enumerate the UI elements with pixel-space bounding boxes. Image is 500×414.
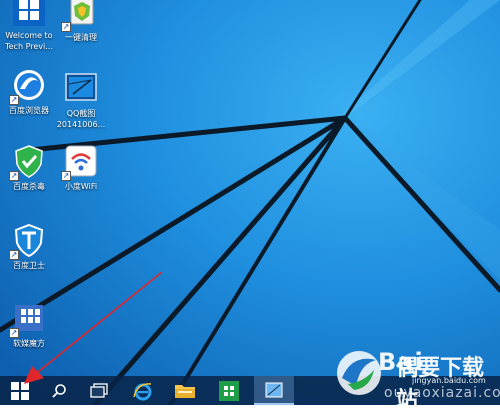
desktop-icon-xiaodu-wifi[interactable]: ↗ 小度WiFi xyxy=(50,143,112,192)
desktop-icon-label: 软媒魔方 xyxy=(13,339,45,348)
windows-logo-icon xyxy=(11,381,29,400)
folder-icon xyxy=(175,384,195,398)
watermark-logo-icon xyxy=(337,351,381,395)
file-explorer-button[interactable] xyxy=(166,376,204,405)
shortcut-arrow-icon: ↗ xyxy=(61,171,71,181)
shortcut-arrow-icon: ↗ xyxy=(61,22,71,32)
shield-icon: ↗ xyxy=(9,222,47,260)
desktop-icon-label: 小度WiFi xyxy=(64,182,98,191)
shortcut-arrow-icon: ↗ xyxy=(9,250,19,260)
task-view-icon xyxy=(90,382,108,398)
search-button[interactable] xyxy=(40,376,78,405)
search-icon xyxy=(52,383,66,398)
shortcut-arrow-icon: ↗ xyxy=(9,328,19,338)
watermark-baidu-url: jingyan.baidu.com xyxy=(412,376,486,385)
windows-logo-icon xyxy=(11,0,47,28)
desktop-icon-label: QQ截图 20141006... xyxy=(56,109,106,129)
screenshot-app-icon xyxy=(265,382,283,397)
desktop: Welcome to Tech Previ... ↗ 一键清理 ↗ 百度浏览器 … xyxy=(0,0,500,405)
watermark-url: ouyaoxiazai.com xyxy=(384,385,500,401)
shortcut-arrow-icon: ↗ xyxy=(9,95,19,105)
desktop-icon-label: 一键清理 xyxy=(65,33,97,42)
image-file-icon xyxy=(63,70,99,106)
store-button[interactable] xyxy=(210,376,248,405)
baidu-browser-icon: ↗ xyxy=(9,67,47,105)
desktop-icon-ruanmei-mofang[interactable]: ↗ 软媒魔方 xyxy=(0,300,60,349)
cleanup-shield-icon: ↗ xyxy=(61,0,99,32)
desktop-icon-label: 百度卫士 xyxy=(13,261,45,270)
internet-explorer-icon xyxy=(133,382,152,400)
watermark: Bai 偶要下载站 jingyan.baidu.com ouyaoxiazai.… xyxy=(334,346,500,413)
cube-tiles-icon: ↗ xyxy=(9,300,47,338)
store-icon xyxy=(219,380,239,401)
desktop-icon-qq-screenshot[interactable]: QQ截图 20141006... xyxy=(50,70,112,130)
green-shield-icon: ↗ xyxy=(9,143,47,181)
task-view-button[interactable] xyxy=(80,376,118,405)
start-button[interactable] xyxy=(0,376,40,405)
desktop-icon-yijian-qingli[interactable]: ↗ 一键清理 xyxy=(50,0,112,43)
qq-screenshot-app-button[interactable] xyxy=(254,376,294,405)
shortcut-arrow-icon: ↗ xyxy=(9,171,19,181)
desktop-icon-baidu-guard[interactable]: ↗ 百度卫士 xyxy=(0,222,60,271)
wallpaper-windows-light-beams xyxy=(0,0,500,405)
wifi-icon: ↗ xyxy=(61,143,99,181)
ie-button[interactable] xyxy=(124,376,162,405)
